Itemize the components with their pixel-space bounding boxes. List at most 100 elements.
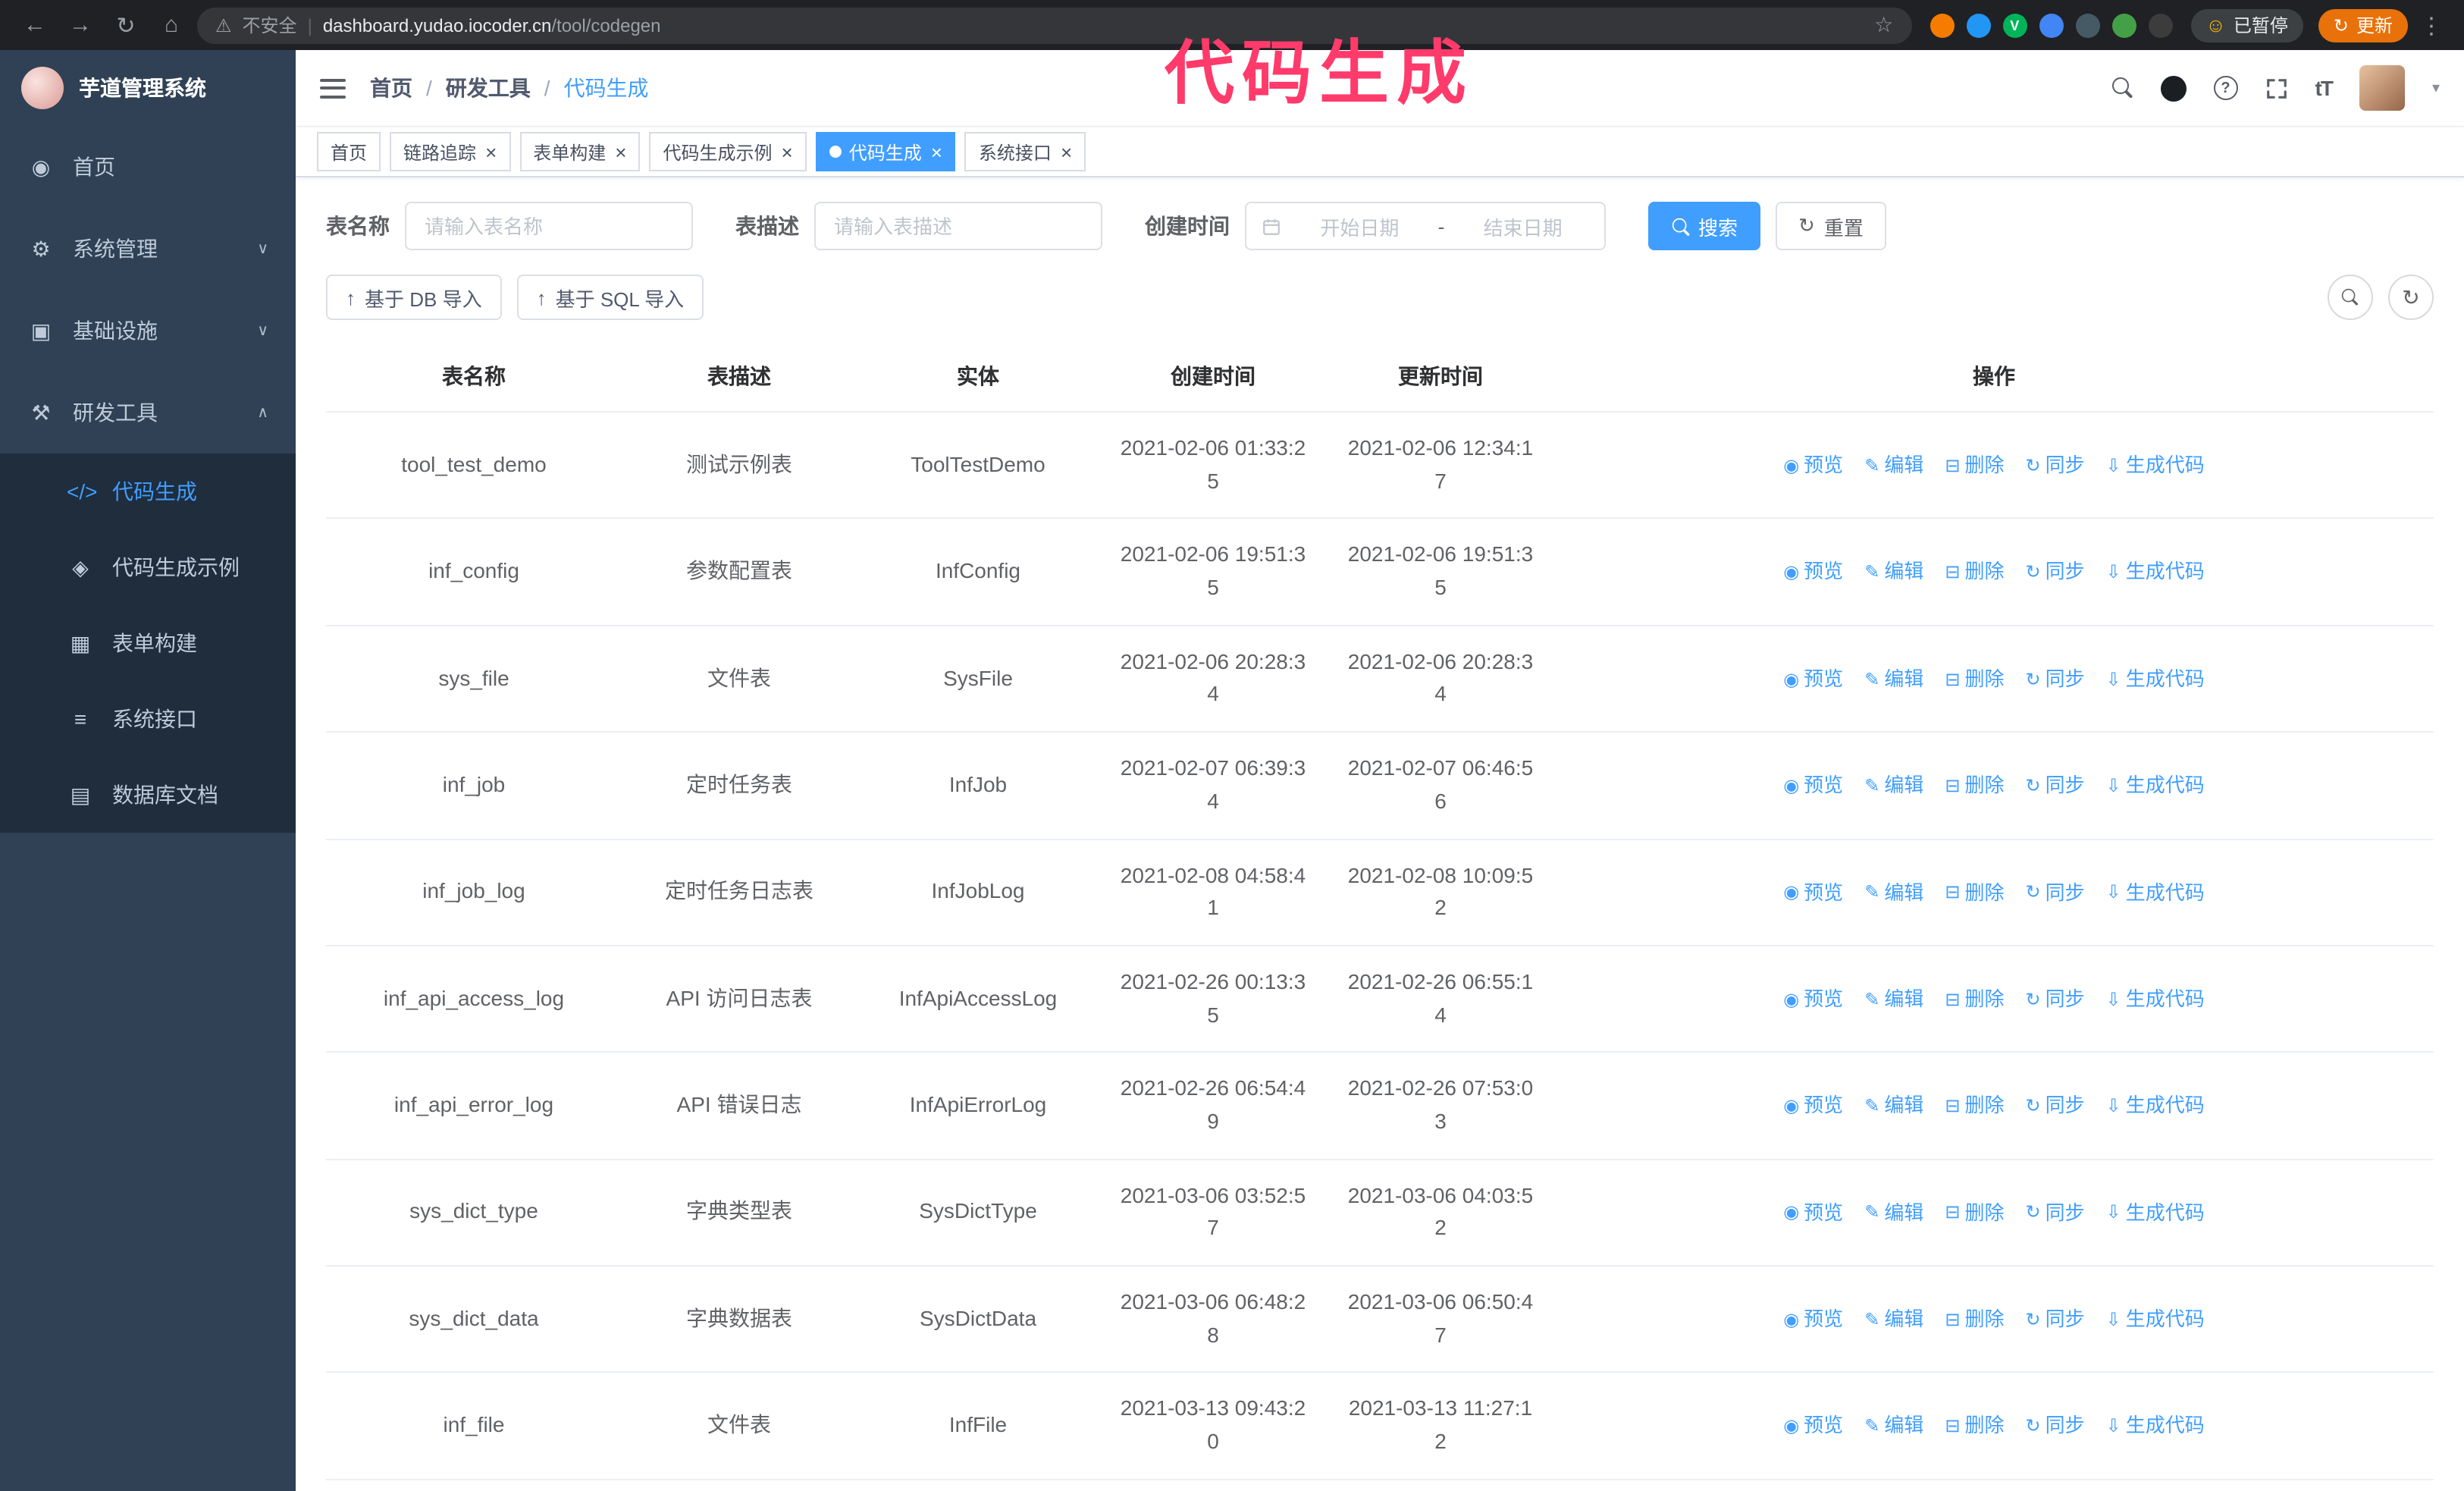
tab-0[interactable]: 首页 bbox=[317, 132, 381, 171]
tab-1[interactable]: 链路追踪 × bbox=[390, 132, 511, 171]
sidebar-item-infrastructure[interactable]: ▣ 基础设施 ∨ bbox=[0, 290, 296, 372]
edit-action-link[interactable]: ✎ 编辑 bbox=[1864, 664, 1923, 695]
sync-action-link[interactable]: ↻ 同步 bbox=[2026, 1411, 2085, 1442]
generate-action-link[interactable]: ⇩ 生成代码 bbox=[2106, 664, 2205, 695]
sync-action-link[interactable]: ↻ 同步 bbox=[2026, 984, 2085, 1015]
edit-action-link[interactable]: ✎ 编辑 bbox=[1864, 1411, 1923, 1442]
sync-action-link[interactable]: ↻ 同步 bbox=[2026, 557, 2085, 588]
sidebar-item-system[interactable]: ⚙ 系统管理 ∨ bbox=[0, 208, 296, 290]
edit-action-link[interactable]: ✎ 编辑 bbox=[1864, 557, 1923, 588]
forward-icon[interactable]: → bbox=[61, 5, 100, 45]
preview-action-link[interactable]: ◉ 预览 bbox=[1783, 1091, 1843, 1122]
close-icon[interactable]: × bbox=[615, 142, 626, 162]
delete-action-link[interactable]: ⊟ 删除 bbox=[1945, 1304, 2004, 1335]
sync-action-link[interactable]: ↻ 同步 bbox=[2026, 1198, 2085, 1228]
generate-action-link[interactable]: ⇩ 生成代码 bbox=[2106, 1198, 2205, 1228]
table-name-input[interactable] bbox=[405, 202, 693, 250]
import-sql-button[interactable]: ↑ 基于 SQL 导入 bbox=[516, 275, 704, 320]
generate-action-link[interactable]: ⇩ 生成代码 bbox=[2106, 1411, 2205, 1442]
preview-action-link[interactable]: ◉ 预览 bbox=[1783, 1304, 1843, 1335]
avatar[interactable] bbox=[2359, 65, 2405, 111]
delete-action-link[interactable]: ⊟ 删除 bbox=[1945, 450, 2004, 481]
refresh-table-button[interactable]: ↻ bbox=[2388, 275, 2434, 320]
app-logo[interactable]: 芋道管理系统 bbox=[0, 50, 296, 126]
tab-3[interactable]: 代码生成示例 × bbox=[649, 132, 807, 171]
delete-action-link[interactable]: ⊟ 删除 bbox=[1945, 1198, 2004, 1228]
edit-action-link[interactable]: ✎ 编辑 bbox=[1864, 771, 1923, 801]
delete-action-link[interactable]: ⊟ 删除 bbox=[1945, 1411, 2004, 1442]
sync-action-link[interactable]: ↻ 同步 bbox=[2026, 664, 2085, 695]
preview-action-link[interactable]: ◉ 预览 bbox=[1783, 771, 1843, 801]
extension-paw-icon[interactable] bbox=[2148, 13, 2173, 37]
edit-action-link[interactable]: ✎ 编辑 bbox=[1864, 450, 1923, 481]
preview-action-link[interactable]: ◉ 预览 bbox=[1783, 877, 1843, 908]
sync-action-link[interactable]: ↻ 同步 bbox=[2026, 1304, 2085, 1335]
edit-action-link[interactable]: ✎ 编辑 bbox=[1864, 1091, 1923, 1122]
address-bar[interactable]: ⚠ 不安全 | dashboard.yudao.iocoder.cn/tool/… bbox=[197, 7, 1912, 43]
generate-action-link[interactable]: ⇩ 生成代码 bbox=[2106, 877, 2205, 908]
sidebar-item-devtools[interactable]: ⚒ 研发工具 ∧ bbox=[0, 372, 296, 454]
preview-action-link[interactable]: ◉ 预览 bbox=[1783, 984, 1843, 1015]
extension-dark-icon[interactable] bbox=[2075, 13, 2100, 37]
sidebar-item-home[interactable]: ◉ 首页 bbox=[0, 126, 296, 208]
generate-action-link[interactable]: ⇩ 生成代码 bbox=[2106, 771, 2205, 801]
preview-action-link[interactable]: ◉ 预览 bbox=[1783, 664, 1843, 695]
tab-5[interactable]: 系统接口 × bbox=[964, 132, 1086, 171]
close-icon[interactable]: × bbox=[485, 142, 497, 162]
delete-action-link[interactable]: ⊟ 删除 bbox=[1945, 1091, 2004, 1122]
breadcrumb-item[interactable]: 研发工具 bbox=[446, 73, 531, 103]
generate-action-link[interactable]: ⇩ 生成代码 bbox=[2106, 1091, 2205, 1122]
font-size-icon[interactable]: tT bbox=[2315, 76, 2334, 100]
reset-button[interactable]: ↻ 重置 bbox=[1776, 202, 1886, 250]
breadcrumb-item[interactable]: 首页 bbox=[370, 73, 412, 103]
browser-menu-icon[interactable]: ⋮ bbox=[2414, 11, 2449, 39]
delete-action-link[interactable]: ⊟ 删除 bbox=[1945, 984, 2004, 1015]
date-range-picker[interactable]: 开始日期 - 结束日期 bbox=[1245, 202, 1606, 250]
delete-action-link[interactable]: ⊟ 删除 bbox=[1945, 771, 2004, 801]
close-icon[interactable]: × bbox=[1061, 142, 1072, 162]
generate-action-link[interactable]: ⇩ 生成代码 bbox=[2106, 450, 2205, 481]
delete-action-link[interactable]: ⊟ 删除 bbox=[1945, 877, 2004, 908]
delete-action-link[interactable]: ⊟ 删除 bbox=[1945, 664, 2004, 695]
fullscreen-icon[interactable] bbox=[2265, 77, 2288, 99]
table-desc-input[interactable] bbox=[814, 202, 1102, 250]
sidebar-item-codegen-example[interactable]: ◈ 代码生成示例 bbox=[0, 529, 296, 605]
sync-action-link[interactable]: ↻ 同步 bbox=[2026, 877, 2085, 908]
preview-action-link[interactable]: ◉ 预览 bbox=[1783, 1411, 1843, 1442]
github-icon[interactable] bbox=[2160, 75, 2187, 101]
generate-action-link[interactable]: ⇩ 生成代码 bbox=[2106, 1304, 2205, 1335]
tab-2[interactable]: 表单构建 × bbox=[519, 132, 641, 171]
close-icon[interactable]: × bbox=[931, 142, 942, 162]
reload-icon[interactable]: ↻ bbox=[106, 5, 146, 45]
home-icon[interactable]: ⌂ bbox=[152, 5, 191, 45]
sidebar-item-db-doc[interactable]: ▤ 数据库文档 bbox=[0, 757, 296, 833]
preview-action-link[interactable]: ◉ 预览 bbox=[1783, 557, 1843, 588]
extension-green-v-icon[interactable]: V bbox=[2002, 13, 2027, 37]
sync-action-link[interactable]: ↻ 同步 bbox=[2026, 450, 2085, 481]
sidebar-item-form-builder[interactable]: ▦ 表单构建 bbox=[0, 605, 296, 681]
generate-action-link[interactable]: ⇩ 生成代码 bbox=[2106, 557, 2205, 588]
sidebar-item-codegen[interactable]: </> 代码生成 bbox=[0, 454, 296, 529]
extension-orange-icon[interactable] bbox=[1930, 13, 1955, 37]
help-icon[interactable]: ? bbox=[2213, 76, 2238, 100]
paused-badge[interactable]: ☺ 已暂停 bbox=[2190, 8, 2303, 42]
edit-action-link[interactable]: ✎ 编辑 bbox=[1864, 984, 1923, 1015]
toggle-search-button[interactable] bbox=[2328, 275, 2373, 320]
back-icon[interactable]: ← bbox=[15, 5, 55, 45]
edit-action-link[interactable]: ✎ 编辑 bbox=[1864, 877, 1923, 908]
edit-action-link[interactable]: ✎ 编辑 bbox=[1864, 1198, 1923, 1228]
chevron-down-icon[interactable]: ▾ bbox=[2432, 80, 2440, 96]
sidebar-collapse-icon[interactable] bbox=[320, 78, 346, 98]
preview-action-link[interactable]: ◉ 预览 bbox=[1783, 1198, 1843, 1228]
preview-action-link[interactable]: ◉ 预览 bbox=[1783, 450, 1843, 481]
update-button[interactable]: ↻ 更新 bbox=[2318, 8, 2408, 42]
import-db-button[interactable]: ↑ 基于 DB 导入 bbox=[326, 275, 502, 320]
sync-action-link[interactable]: ↻ 同步 bbox=[2026, 1091, 2085, 1122]
bookmark-star-icon[interactable]: ☆ bbox=[1874, 12, 1893, 38]
extension-people-icon[interactable] bbox=[2039, 13, 2064, 37]
search-button[interactable]: 搜索 bbox=[1648, 202, 1761, 250]
search-icon[interactable] bbox=[2111, 77, 2133, 99]
extension-leaf-icon[interactable] bbox=[2111, 13, 2136, 37]
sync-action-link[interactable]: ↻ 同步 bbox=[2026, 771, 2085, 801]
close-icon[interactable]: × bbox=[782, 142, 793, 162]
